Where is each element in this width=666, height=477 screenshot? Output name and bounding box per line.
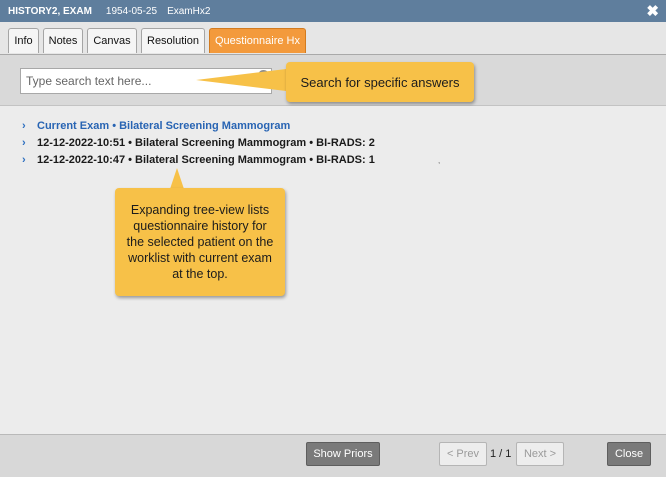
tree-item-prior-exam[interactable]: › 12-12-2022-10:47 • Bilateral Screening… [22, 154, 375, 166]
close-icon[interactable]: ✖ [646, 2, 659, 20]
tree-tip-callout: Expanding tree-view lists questionnaire … [115, 188, 285, 296]
title-bar: HISTORY2, EXAM 1954-05-25 ExamHx2 ✖ [0, 0, 666, 22]
tab-info[interactable]: Info [8, 28, 39, 53]
prev-page-button[interactable]: < Prev [439, 442, 487, 466]
chevron-right-icon: › [22, 120, 26, 132]
chevron-right-icon: › [22, 154, 26, 166]
tree-item-label: 12-12-2022-10:47 • Bilateral Screening M… [37, 154, 375, 166]
search-tip-callout: Search for specific answers [286, 62, 474, 102]
search-tip-pointer [196, 69, 286, 91]
tree-item-label: 12-12-2022-10:51 • Bilateral Screening M… [37, 137, 375, 149]
tab-canvas[interactable]: Canvas [87, 28, 137, 53]
patient-name: HISTORY2, EXAM [8, 5, 92, 17]
chevron-right-icon: › [22, 137, 26, 149]
page-indicator: 1 / 1 [490, 448, 512, 460]
close-button[interactable]: Close [607, 442, 651, 466]
show-priors-button[interactable]: Show Priors [306, 442, 380, 466]
tree-item-prior-exam[interactable]: › 12-12-2022-10:51 • Bilateral Screening… [22, 137, 375, 149]
patient-mrn: ExamHx2 [167, 5, 211, 17]
tree-tip-pointer [170, 168, 184, 189]
stray-mark: , [438, 156, 441, 165]
tab-resolution[interactable]: Resolution [141, 28, 205, 53]
patient-dob: 1954-05-25 [105, 5, 158, 17]
tab-bar: Info Notes Canvas Resolution Questionnai… [0, 22, 666, 55]
next-page-button[interactable]: Next > [516, 442, 564, 466]
footer-bar: Show Priors < Prev 1 / 1 Next > Close [0, 434, 666, 477]
tab-questionnaire-hx[interactable]: Questionnaire Hx [209, 28, 306, 53]
tree-item-label: Current Exam • Bilateral Screening Mammo… [37, 120, 291, 132]
tab-notes[interactable]: Notes [43, 28, 83, 53]
tree-item-current-exam[interactable]: › Current Exam • Bilateral Screening Mam… [22, 120, 290, 132]
